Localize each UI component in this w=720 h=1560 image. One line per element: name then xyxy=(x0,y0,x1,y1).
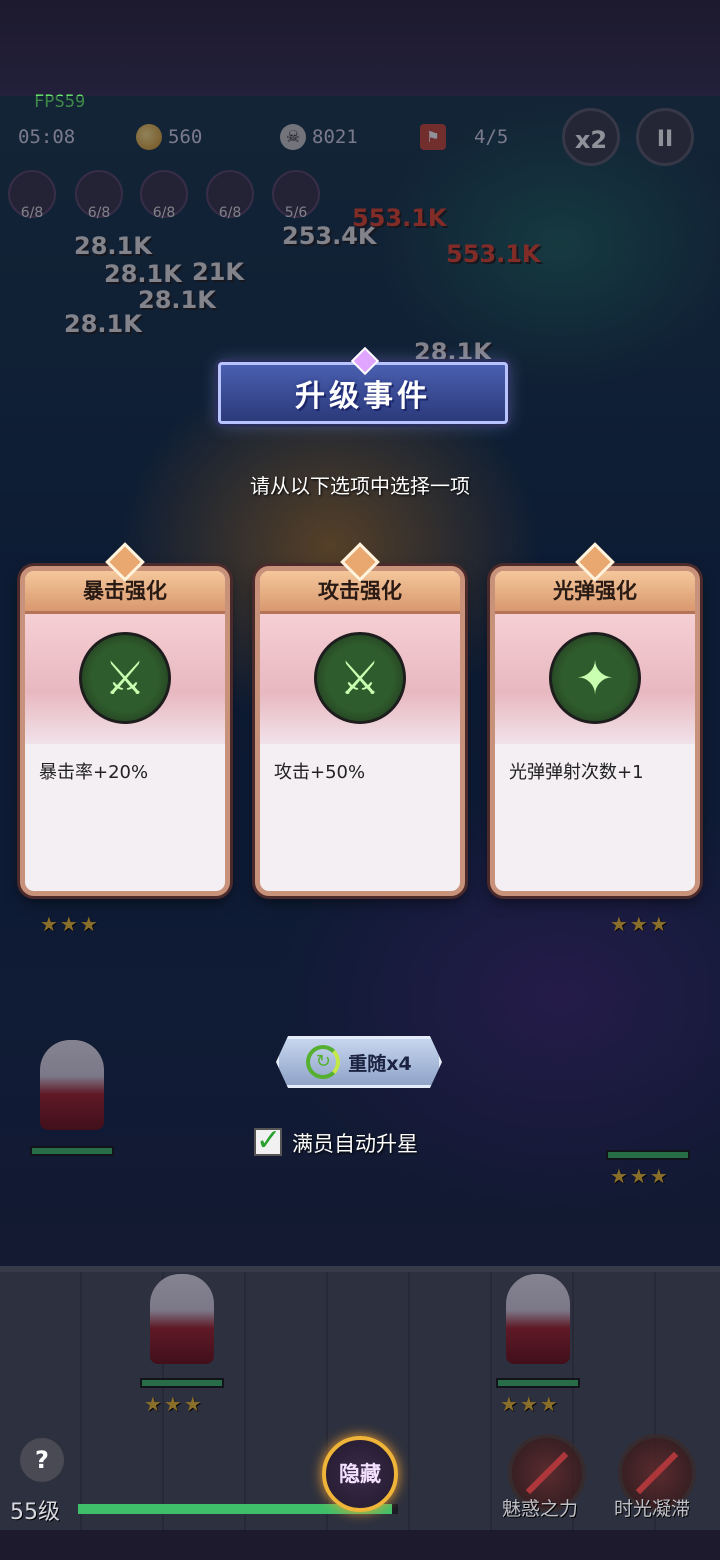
crit-sword-icon: ⚔ xyxy=(79,632,171,724)
reroll-button[interactable]: ↻ 重随x4 xyxy=(276,1036,442,1088)
bottom-letterbox xyxy=(0,1530,720,1560)
card-description: 攻击+50% xyxy=(274,762,366,783)
card-art: ⚔ xyxy=(260,614,460,744)
card-description: 光弹弹射次数+1 xyxy=(509,762,644,783)
time-freeze-ability-label: 时光凝滞 xyxy=(614,1498,691,1520)
charm-ability-label: 魅惑之力 xyxy=(502,1498,579,1520)
hide-button[interactable]: 隐藏 xyxy=(322,1436,398,1512)
crossed-swords-icon: ⚔ xyxy=(314,632,406,724)
reroll-label: 重随x4 xyxy=(348,1052,412,1075)
upgrade-card-crit[interactable]: 暴击强化 ⚔ 暴击率+20% xyxy=(20,566,230,896)
player-level: 55级 xyxy=(10,1500,60,1525)
modal-title-banner: 升级事件 xyxy=(218,362,508,424)
auto-upgrade-label[interactable]: 满员自动升星 xyxy=(292,1128,418,1158)
help-button[interactable]: ? xyxy=(20,1438,64,1482)
refresh-icon: ↻ xyxy=(306,1045,340,1079)
modal-title: 升级事件 xyxy=(295,379,431,414)
upgrade-card-light-bullet[interactable]: 光弹强化 ✦ 光弹弹射次数+1 xyxy=(490,566,700,896)
card-art: ⚔ xyxy=(25,614,225,744)
card-description: 暴击率+20% xyxy=(39,762,149,783)
light-bullet-icon: ✦ xyxy=(549,632,641,724)
card-art: ✦ xyxy=(495,614,695,744)
upgrade-card-attack[interactable]: 攻击强化 ⚔ 攻击+50% xyxy=(255,566,465,896)
auto-upgrade-checkbox[interactable]: ✓ xyxy=(254,1126,282,1156)
top-letterbox xyxy=(0,0,720,96)
modal-subtitle: 请从以下选项中选择一项 xyxy=(250,474,470,498)
